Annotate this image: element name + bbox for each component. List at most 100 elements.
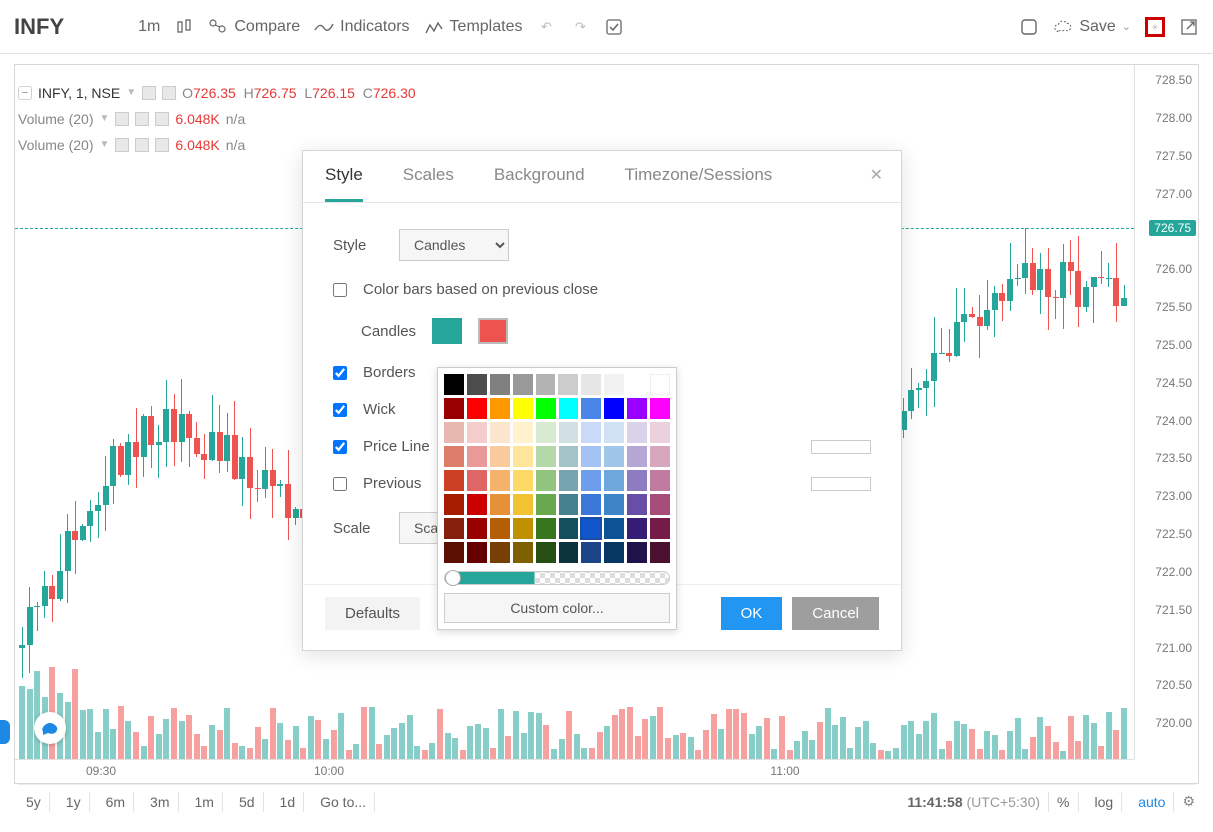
color-swatch[interactable] <box>559 470 579 491</box>
chevron-down-icon[interactable]: ▼ <box>99 106 109 132</box>
color-swatch[interactable] <box>627 542 647 563</box>
legend-eye-icon[interactable] <box>142 86 156 100</box>
color-swatch[interactable] <box>444 494 464 515</box>
checkbox-icon[interactable] <box>604 17 624 37</box>
color-swatch[interactable] <box>444 470 464 491</box>
color-swatch[interactable] <box>467 446 487 467</box>
dialog-close-icon[interactable]: ✕ <box>870 165 883 185</box>
color-swatch[interactable] <box>536 542 556 563</box>
color-swatch[interactable] <box>604 542 624 563</box>
color-swatch[interactable] <box>536 470 556 491</box>
color-swatch[interactable] <box>604 446 624 467</box>
candles-icon[interactable] <box>174 17 194 37</box>
color-swatch[interactable] <box>467 494 487 515</box>
color-swatch[interactable] <box>536 398 556 419</box>
legend-close-icon[interactable] <box>155 138 169 152</box>
color-swatch[interactable] <box>650 422 670 443</box>
tab-background[interactable]: Background <box>494 165 585 202</box>
priceline-checkbox[interactable] <box>333 440 347 454</box>
wick-checkbox[interactable] <box>333 403 347 417</box>
popout-icon[interactable] <box>1179 17 1199 37</box>
color-swatch[interactable] <box>444 374 464 395</box>
candle-down-color[interactable] <box>478 318 508 344</box>
legend-gear-icon[interactable] <box>162 86 176 100</box>
legend-close-icon[interactable] <box>155 112 169 126</box>
templates-button[interactable]: Templates <box>424 17 523 37</box>
color-swatch[interactable] <box>581 422 601 443</box>
color-swatch[interactable] <box>650 470 670 491</box>
color-swatch[interactable] <box>581 470 601 491</box>
color-swatch[interactable] <box>559 518 579 539</box>
color-swatch[interactable] <box>627 494 647 515</box>
color-swatch[interactable] <box>444 518 464 539</box>
color-swatch[interactable] <box>490 518 510 539</box>
chevron-down-icon[interactable]: ▼ <box>126 80 136 106</box>
redo-icon[interactable]: ↷ <box>570 17 590 37</box>
color-swatch[interactable] <box>581 542 601 563</box>
color-swatch[interactable] <box>467 470 487 491</box>
color-swatch[interactable] <box>650 542 670 563</box>
color-swatch[interactable] <box>650 494 670 515</box>
collapse-icon[interactable]: − <box>18 86 32 100</box>
color-swatch[interactable] <box>490 374 510 395</box>
chat-bubble-icon[interactable] <box>34 712 66 744</box>
color-swatch[interactable] <box>536 422 556 443</box>
square-icon[interactable] <box>1019 17 1039 37</box>
color-swatch[interactable] <box>627 470 647 491</box>
color-swatch[interactable] <box>513 542 533 563</box>
compare-button[interactable]: Compare <box>208 17 300 37</box>
color-swatch[interactable] <box>627 518 647 539</box>
color-swatch[interactable] <box>650 518 670 539</box>
color-swatch[interactable] <box>559 494 579 515</box>
color-swatch[interactable] <box>513 422 533 443</box>
color-swatch[interactable] <box>559 422 579 443</box>
tab-timezone[interactable]: Timezone/Sessions <box>625 165 773 202</box>
color-swatch[interactable] <box>559 446 579 467</box>
candle-up-color[interactable] <box>432 318 462 344</box>
color-swatch[interactable] <box>650 446 670 467</box>
legend-eye-icon[interactable] <box>115 112 129 126</box>
color-swatch[interactable] <box>581 398 601 419</box>
save-button[interactable]: Save ⌄ <box>1053 17 1131 37</box>
chevron-down-icon[interactable]: ▼ <box>99 132 109 158</box>
goto-button[interactable]: Go to... <box>312 792 375 812</box>
color-swatch[interactable] <box>559 542 579 563</box>
tab-style[interactable]: Style <box>325 165 363 202</box>
color-swatch[interactable] <box>604 518 624 539</box>
range-1m[interactable]: 1m <box>187 792 223 812</box>
color-swatch[interactable] <box>627 398 647 419</box>
color-swatch[interactable] <box>467 422 487 443</box>
color-swatch[interactable] <box>627 422 647 443</box>
color-swatch[interactable] <box>604 398 624 419</box>
interval-button[interactable]: 1m <box>138 18 160 36</box>
color-swatch[interactable] <box>444 422 464 443</box>
color-prev-checkbox[interactable] <box>333 283 347 297</box>
color-swatch[interactable] <box>490 494 510 515</box>
color-swatch[interactable] <box>490 422 510 443</box>
opacity-slider[interactable] <box>444 571 670 585</box>
color-swatch[interactable] <box>581 374 601 395</box>
time-axis[interactable]: 09:30 10:00 11:00 <box>15 759 1134 783</box>
undo-icon[interactable]: ↶ <box>536 17 556 37</box>
custom-color-button[interactable]: Custom color... <box>444 593 670 623</box>
previous-checkbox[interactable] <box>333 477 347 491</box>
color-swatch[interactable] <box>604 470 624 491</box>
symbol-name[interactable]: INFY <box>14 14 64 40</box>
previous-style[interactable] <box>811 477 871 491</box>
footer-gear-icon[interactable]: ⚙ <box>1182 793 1195 810</box>
priceline-style[interactable] <box>811 440 871 454</box>
color-swatch[interactable] <box>444 542 464 563</box>
range-5d[interactable]: 5d <box>231 792 264 812</box>
color-swatch[interactable] <box>604 494 624 515</box>
range-3m[interactable]: 3m <box>142 792 178 812</box>
settings-gear-icon[interactable] <box>1145 17 1165 37</box>
color-swatch[interactable] <box>581 494 601 515</box>
indicators-button[interactable]: Indicators <box>314 17 409 37</box>
range-1y[interactable]: 1y <box>58 792 90 812</box>
color-swatch[interactable] <box>650 398 670 419</box>
legend-gear-icon[interactable] <box>135 112 149 126</box>
ok-button[interactable]: OK <box>721 597 783 630</box>
color-swatch[interactable] <box>467 542 487 563</box>
color-swatch[interactable] <box>513 374 533 395</box>
log-button[interactable]: log <box>1087 792 1123 812</box>
